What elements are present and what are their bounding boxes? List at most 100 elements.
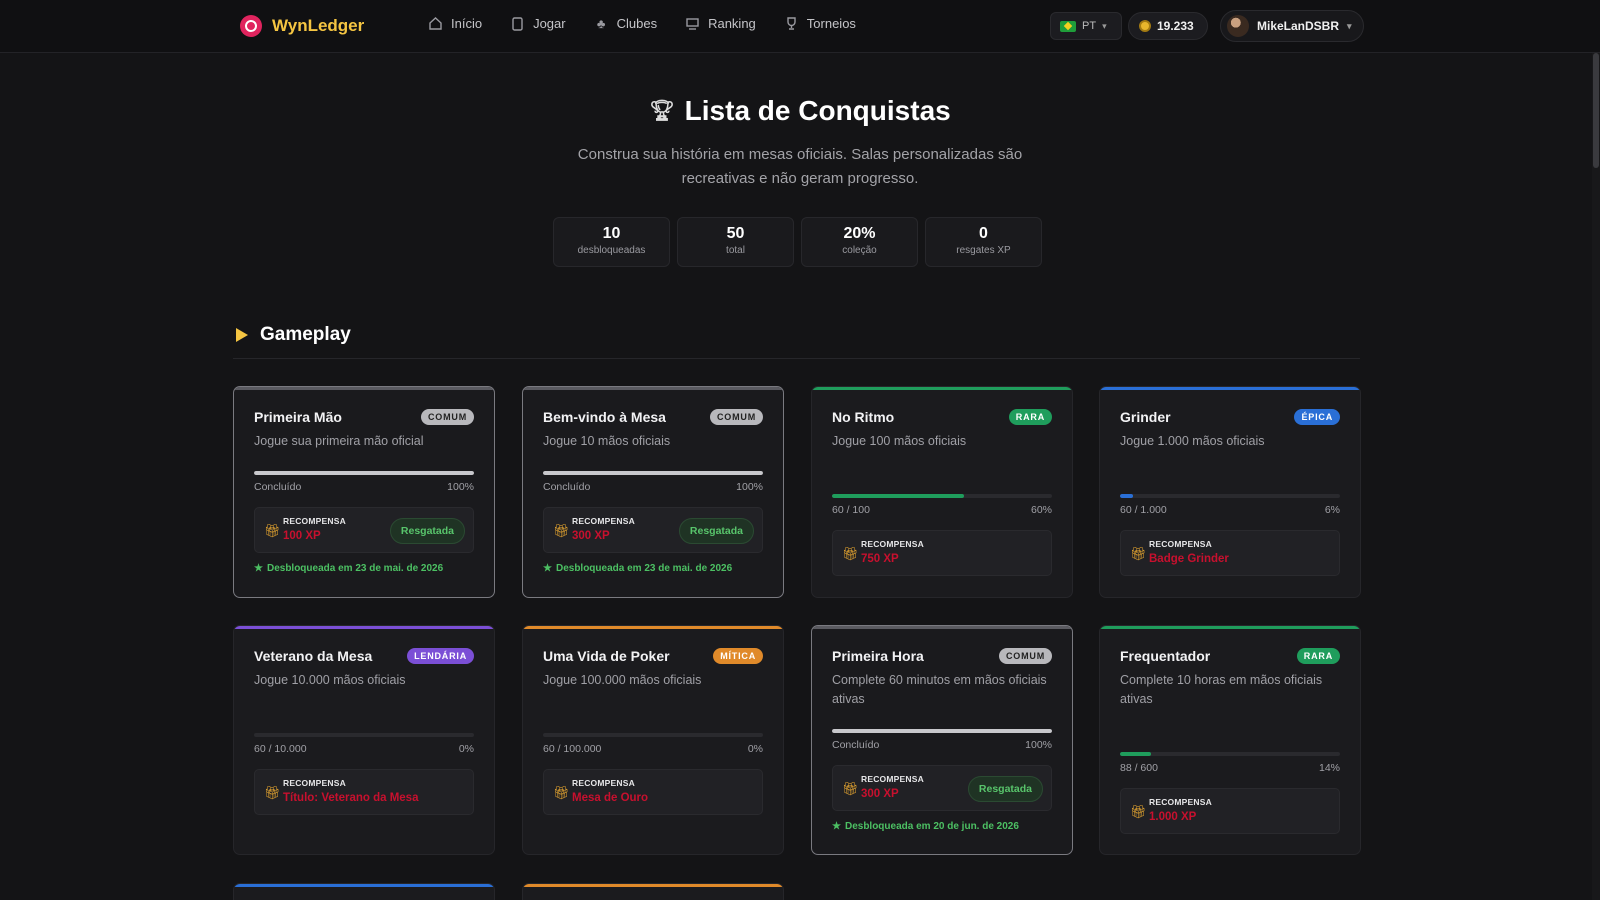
nav-item-ranking[interactable]: Ranking [685, 16, 756, 31]
achievement-card[interactable]: Uma Vida de Poker MÍTICA Jogue 100.000 mão… [522, 625, 784, 855]
achievement-card[interactable]: No Ritmo RARA Jogue 100 mãos oficiais 60 / … [811, 386, 1073, 598]
achievement-card[interactable]: Primeira Hora COMUM Complete 60 minutos em… [811, 625, 1073, 855]
progress-percent: 0% [747, 743, 763, 755]
rarity-accent-bar [1100, 626, 1360, 629]
gift-icon: 🎁︎ [842, 546, 859, 561]
achievement-title: Primeira Hora [832, 648, 924, 664]
progress-percent: 14% [1318, 762, 1340, 774]
reward-value: 750 XP [861, 553, 899, 565]
page-subtitle: Construa sua história em mesas oficiais.… [577, 146, 1023, 187]
star-icon: ★ [832, 821, 841, 832]
achievement-card[interactable]: Veterano da Mesa LENDÁRIA Jogue 10.000 mão… [233, 625, 495, 855]
achievement-card[interactable]: Primeira Mão COMUM Jogue sua primeira mão … [233, 386, 495, 598]
stat-unlocked: 10 desbloqueadas [553, 217, 670, 267]
achievement-title: Frequentador [1120, 648, 1211, 664]
reward-label: RECOMPENSA [1149, 539, 1212, 549]
reward-label: RECOMPENSA [861, 774, 924, 784]
reward-label: RECOMPENSA [1149, 797, 1212, 807]
chevron-down-icon: ▾ [1102, 20, 1107, 31]
brazil-flag-icon [1060, 20, 1076, 32]
nav-item-clubes[interactable]: ♣ Clubes [594, 16, 657, 31]
progress-fill [1120, 494, 1134, 498]
gift-icon: 🎁︎ [553, 523, 570, 538]
rarity-badge: COMUM [999, 648, 1052, 664]
unlocked-date: ★ Desbloqueada em 23 de mai. de 2026 [254, 563, 443, 574]
page-scrollbar[interactable] [1592, 53, 1600, 900]
stats-row: 10 desbloqueadas 50 total 20% coleção 0 … [553, 217, 1042, 267]
reward-label: RECOMPENSA [861, 539, 924, 549]
achievement-card[interactable]: Frequentador RARA Complete 10 horas em mão… [1099, 625, 1361, 855]
stat-label: coleção [842, 245, 877, 256]
achievement-card[interactable]: Bem-vindo à Mesa COMUM Jogue 10 mãos ofici… [522, 386, 784, 598]
section-header[interactable]: Gameplay [236, 324, 351, 346]
brand[interactable]: WynLedger [240, 15, 364, 37]
rarity-badge: COMUM [710, 409, 763, 425]
reward-value: Badge Grinder [1149, 553, 1229, 565]
achievement-description: Jogue 100 mãos oficiais [832, 434, 967, 448]
achievement-title: Veterano da Mesa [254, 648, 373, 664]
reward-box: 🎁︎ RECOMPENSA 750 XP [832, 530, 1052, 576]
nav-label: Jogar [533, 16, 566, 31]
reward-value: Mesa de Ouro [572, 792, 649, 804]
stat-value: 20% [843, 225, 876, 242]
achievement-title: Bem-vindo à Mesa [543, 409, 666, 425]
achievement-description: Jogue 10 mãos oficiais [543, 434, 671, 448]
stat-xp-claims: 0 resgates XP [925, 217, 1042, 267]
progress-bar [254, 471, 474, 475]
achievement-card[interactable] [233, 883, 495, 900]
coin-balance[interactable]: 19.233 [1128, 12, 1208, 40]
reward-label: RECOMPENSA [572, 778, 635, 788]
stat-collection: 20% coleção [801, 217, 918, 267]
unlocked-text: Desbloqueada em 20 de jun. de 2026 [844, 821, 1019, 832]
claimed-button[interactable]: Resgatada [967, 776, 1043, 802]
reward-box: 🎁︎ RECOMPENSA 100 XP Resgatada [254, 507, 474, 553]
main-nav: Início Jogar ♣ Clubes Ranking Torneios [428, 16, 856, 31]
rarity-accent-bar [234, 387, 494, 390]
progress-bar [543, 733, 763, 737]
achievement-card[interactable] [522, 883, 784, 900]
achievement-description: Jogue 1.000 mãos oficiais [1120, 434, 1265, 448]
trophy-icon: 🏆︎ [649, 100, 675, 122]
rarity-badge: LENDÁRIA [407, 648, 474, 664]
reward-value: 1.000 XP [1149, 811, 1197, 823]
reward-label: RECOMPENSA [283, 516, 346, 526]
section-title: Gameplay [260, 324, 351, 345]
progress-percent: 0% [458, 743, 474, 755]
progress-count: Concluído [254, 481, 302, 493]
brand-name: WynLedger [272, 16, 365, 35]
achievement-card[interactable]: Grinder ÉPICA Jogue 1.000 mãos oficiais 60 … [1099, 386, 1361, 598]
page-title: 🏆︎ Lista de Conquistas [0, 95, 1600, 127]
coin-icon [1139, 20, 1151, 32]
gift-icon: 🎁︎ [842, 781, 859, 796]
home-icon [428, 16, 443, 31]
username: MikeLanDSBR [1257, 19, 1340, 33]
rarity-badge: RARA [1296, 648, 1340, 664]
stat-label: desbloqueadas [577, 245, 646, 256]
nav-item-torneios[interactable]: Torneios [784, 16, 856, 31]
claimed-button[interactable]: Resgatada [389, 518, 465, 544]
reward-value: 300 XP [861, 788, 899, 800]
language-selector[interactable]: PT ▾ [1050, 12, 1122, 40]
progress-count: Concluído [543, 481, 591, 493]
nav-item-inicio[interactable]: Início [428, 16, 482, 31]
collapse-triangle-icon [236, 328, 248, 342]
nav-item-jogar[interactable]: Jogar [510, 16, 566, 31]
trophy-icon [784, 16, 799, 31]
rarity-accent-bar [234, 626, 494, 629]
star-icon: ★ [543, 563, 552, 574]
rarity-accent-bar [523, 626, 783, 629]
progress-percent: 100% [447, 481, 474, 493]
avatar [1227, 15, 1249, 37]
progress-bar [832, 729, 1052, 733]
achievement-description: Jogue sua primeira mão oficial [254, 434, 424, 448]
stat-total: 50 total [677, 217, 794, 267]
rarity-accent-bar [812, 387, 1072, 390]
nav-label: Torneios [806, 16, 856, 31]
reward-value: Título: Veterano da Mesa [283, 792, 419, 804]
progress-bar [832, 494, 1052, 498]
user-menu[interactable]: MikeLanDSBR ▾ [1220, 10, 1364, 42]
claimed-button[interactable]: Resgatada [678, 518, 754, 544]
brand-logo-icon [240, 15, 262, 37]
progress-fill [1120, 752, 1151, 756]
rarity-accent-bar [234, 884, 494, 887]
